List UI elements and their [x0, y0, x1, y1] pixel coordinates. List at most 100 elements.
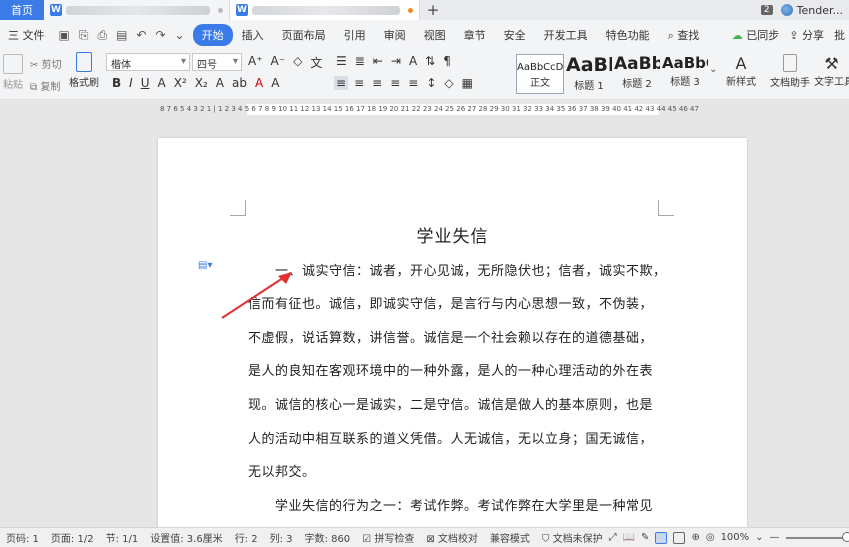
paragraph-line[interactable]: 学业失信的行为之一：考试作弊。考试作弊在大学里是一种常见	[275, 495, 653, 514]
redo-icon[interactable]: ↷	[155, 28, 165, 42]
font-size-select[interactable]: 四号	[192, 53, 242, 71]
text-tools-button[interactable]: ⚒ 文字工具	[814, 54, 849, 88]
undo-icon[interactable]: ↶	[136, 28, 146, 42]
eye-protection-icon[interactable]: ◎	[706, 532, 715, 543]
text-effect-icon[interactable]: A	[214, 76, 226, 90]
tab-home[interactable]: 首页	[0, 0, 44, 20]
format-painter-button[interactable]: 格式刷	[68, 52, 100, 89]
underline-icon[interactable]: U	[139, 76, 152, 90]
style-heading-1[interactable]: AaBb 标题 1	[566, 54, 612, 94]
paragraph-line[interactable]: 信而有征也。诚信，即诚实守信，是言行与内心思想一致，不伪装，	[248, 293, 653, 312]
menu-security[interactable]: 安全	[495, 27, 535, 43]
shrink-font-icon[interactable]: A⁻	[269, 54, 288, 71]
paragraph-line[interactable]: 现。诚信的核心一是诚实，二是守信。诚信是做人的基本原则，也是	[248, 394, 653, 413]
cut-button[interactable]: ✂ 剪切	[30, 56, 62, 71]
paragraph-line[interactable]: 是人的良知在客观环境中的一种外露，是人的一种心理活动的外在表	[248, 360, 653, 379]
horizontal-ruler[interactable]: 8 7 6 5 4 3 2 1 | 1 2 3 4 5 6 7 8 9 10 1…	[0, 101, 849, 119]
tab-document-1[interactable]: W	[44, 0, 230, 20]
numbered-list-icon[interactable]: ≣	[353, 54, 367, 68]
page-view-icon[interactable]	[655, 531, 668, 544]
decrease-indent-icon[interactable]: ⇤	[371, 54, 385, 68]
justify-icon[interactable]: ≡	[388, 76, 402, 90]
menu-review[interactable]: 审阅	[375, 27, 415, 43]
zoom-chevron-icon[interactable]: ⌄	[755, 532, 763, 543]
protection-button[interactable]: ⛉ 文档未保护	[536, 530, 609, 545]
copy-button[interactable]: ⧉ 复制	[30, 78, 60, 93]
status-page[interactable]: 页面: 1/2	[45, 530, 100, 545]
font-family-select[interactable]: 楷体	[106, 53, 190, 71]
bullet-list-icon[interactable]: ☰	[334, 54, 349, 68]
doc-assistant-button[interactable]: 文档助手	[770, 54, 810, 89]
window-count-badge[interactable]: 2	[760, 5, 773, 15]
style-heading-3[interactable]: AaBbC 标题 3	[662, 54, 708, 94]
strikethrough-icon[interactable]: A	[156, 76, 168, 90]
paragraph-handle-icon[interactable]: ▤▾	[198, 260, 212, 271]
distributed-icon[interactable]: ≡	[406, 76, 420, 90]
paste-button[interactable]: 粘贴	[2, 54, 24, 91]
customize-chevron-icon[interactable]: ⌄	[175, 28, 185, 42]
phonetic-icon[interactable]: 文	[308, 54, 324, 71]
shading-icon[interactable]: ◇	[442, 76, 455, 90]
zoom-level[interactable]: 100%	[721, 532, 750, 543]
document-title[interactable]: 学业失信	[158, 222, 747, 247]
paragraph-line[interactable]: 一、诚实守信：诚者，开心见诚，无所隐伏也；信者，诚实不欺，	[275, 260, 667, 279]
italic-icon[interactable]: I	[127, 76, 135, 90]
styles-more-icon[interactable]: ⌄	[709, 64, 717, 75]
tab-document-2[interactable]: W	[230, 0, 420, 20]
menu-developer[interactable]: 开发工具	[535, 27, 597, 43]
line-spacing-icon[interactable]: ↕	[424, 76, 438, 90]
save-icon[interactable]: ▣	[59, 28, 70, 42]
font-color-icon[interactable]: A	[253, 76, 265, 90]
outline-view-icon[interactable]	[673, 531, 686, 544]
edit-mode-icon[interactable]: ✎	[641, 532, 649, 543]
file-menu[interactable]: 三 文件	[2, 27, 51, 43]
sort-icon[interactable]: ⇅	[423, 54, 437, 68]
web-view-icon[interactable]: ⊕	[691, 532, 699, 543]
clear-format-icon[interactable]: ◇	[291, 54, 304, 71]
zoom-slider-knob[interactable]	[841, 531, 849, 542]
spell-check-button[interactable]: ☑ 拼写检查	[356, 530, 420, 545]
preview-icon[interactable]: ▤	[116, 28, 127, 42]
grow-font-icon[interactable]: A⁺	[246, 54, 265, 71]
print-icon[interactable]: ⎙	[97, 28, 107, 43]
menu-references[interactable]: 引用	[335, 27, 375, 43]
menu-home[interactable]: 开始	[192, 24, 233, 46]
show-marks-icon[interactable]: ¶	[441, 54, 453, 68]
increase-indent-icon[interactable]: ⇥	[389, 54, 403, 68]
search-button[interactable]: ⌕ 查找	[659, 27, 709, 43]
style-normal[interactable]: AaBbCcDd 正文	[516, 54, 564, 94]
align-right-icon[interactable]: ≡	[370, 76, 384, 90]
new-style-button[interactable]: A 新样式	[722, 54, 760, 88]
char-shading-icon[interactable]: A	[269, 76, 281, 90]
zoom-out-icon[interactable]: —	[770, 532, 780, 543]
share-button[interactable]: ⇪ 分享	[789, 27, 824, 43]
status-word-count[interactable]: 字数: 860	[299, 530, 357, 545]
superscript-icon[interactable]: X²	[172, 76, 189, 90]
user-account[interactable]: Tender...	[780, 4, 843, 17]
menu-page-layout[interactable]: 页面布局	[273, 27, 335, 43]
menu-section[interactable]: 章节	[455, 27, 495, 43]
chinese-layout-icon[interactable]: A	[407, 54, 419, 68]
paragraph-line[interactable]: 无以邦交。	[248, 461, 316, 480]
fullscreen-icon[interactable]: ⤢	[609, 532, 617, 543]
export-icon[interactable]: ⎘	[79, 28, 89, 43]
document-page[interactable]: 学业失信 一、诚实守信：诚者，开心见诚，无所隐伏也；信者，诚实不欺， 信而有征也…	[158, 138, 747, 528]
menu-view[interactable]: 视图	[415, 27, 455, 43]
bold-icon[interactable]: B	[110, 76, 123, 90]
menu-special-features[interactable]: 特色功能	[597, 27, 659, 43]
reading-mode-icon[interactable]: 📖	[623, 532, 635, 543]
paragraph-line[interactable]: 人的活动中相互联系的道义凭借。人无诚信，无以立身；国无诚信，	[248, 428, 653, 447]
border-icon[interactable]: ▦	[460, 76, 475, 90]
zoom-slider[interactable]	[785, 531, 849, 542]
menu-insert[interactable]: 插入	[233, 27, 273, 43]
subscript-icon[interactable]: X₂	[193, 76, 210, 90]
align-left-icon[interactable]: ≡	[334, 76, 349, 90]
new-tab-button[interactable]: +	[420, 0, 446, 20]
sync-status[interactable]: ☁ 已同步	[732, 27, 780, 43]
style-heading-2[interactable]: AaBb( 标题 2	[614, 54, 660, 94]
batch-button[interactable]: 批	[834, 27, 845, 43]
highlight-icon[interactable]: ab	[230, 76, 249, 90]
doc-check-button[interactable]: ⊠ 文档校对	[420, 530, 484, 545]
align-center-icon[interactable]: ≡	[352, 76, 366, 90]
paragraph-line[interactable]: 不虚假，说话算数，讲信誉。诚信是一个社会赖以存在的道德基础，	[248, 327, 653, 346]
